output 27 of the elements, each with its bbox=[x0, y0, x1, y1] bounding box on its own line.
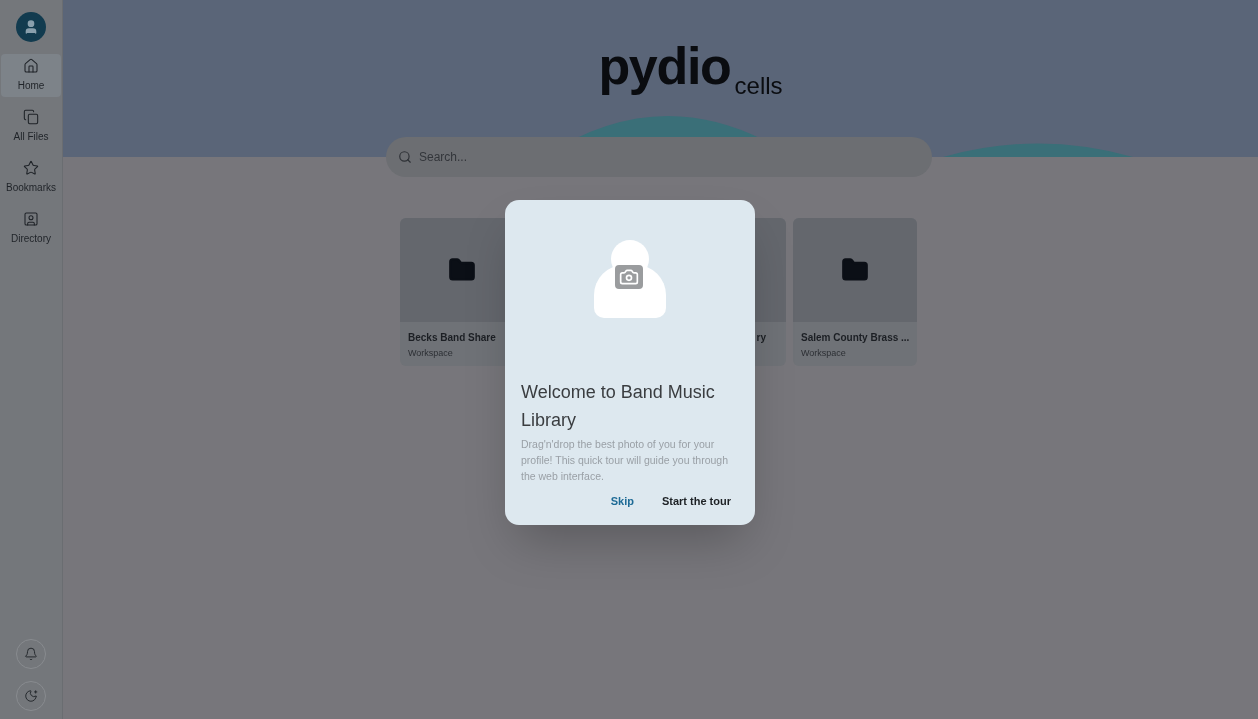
workspace-title: Salem County Brass ... bbox=[801, 331, 910, 345]
bell-icon bbox=[24, 647, 38, 661]
sidebar-item[interactable]: Bookmarks bbox=[1, 156, 61, 199]
avatar-icon[interactable] bbox=[16, 12, 46, 42]
dialog-text: Drag'n'drop the best photo of you for your profile! This quick tour will guide you through the web interface. bbox=[520, 437, 729, 484]
moon-icon bbox=[24, 689, 38, 703]
sidebar-item[interactable]: All Files bbox=[1, 105, 61, 148]
search-field[interactable]: Search... bbox=[386, 137, 932, 177]
workspace-title: ry bbox=[756, 331, 766, 345]
contact-icon bbox=[23, 211, 39, 227]
workspace-title: Becks Band Share bbox=[408, 331, 496, 345]
start-tour-button[interactable]: Start the tour bbox=[649, 488, 743, 513]
workspace-card[interactable]: Salem County Brass ... Workspace bbox=[793, 218, 917, 366]
folder-icon bbox=[841, 256, 869, 284]
logo-suffix-text: cells bbox=[734, 74, 783, 98]
workspace-subtitle: Workspace bbox=[801, 347, 846, 360]
sidebar-item[interactable]: Directory bbox=[1, 207, 61, 250]
home-icon bbox=[23, 58, 39, 74]
sidebar-item[interactable]: Home bbox=[1, 54, 61, 97]
search-icon bbox=[398, 150, 412, 164]
skip-button[interactable]: Skip bbox=[598, 488, 646, 513]
workspace-subtitle: Workspace bbox=[408, 347, 453, 360]
profile-photo-drawing[interactable] bbox=[594, 240, 666, 318]
star-icon bbox=[23, 160, 39, 176]
dialog-title: Welcome to Band Music Library bbox=[520, 381, 716, 432]
files-icon bbox=[23, 109, 39, 125]
folder-icon bbox=[448, 256, 476, 284]
